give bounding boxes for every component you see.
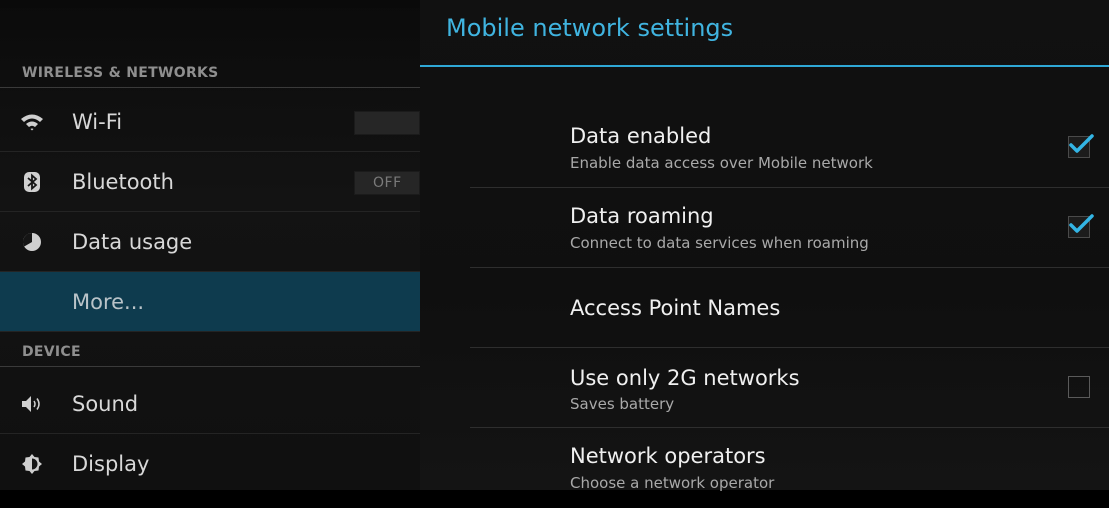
- pref-title: Access Point Names: [570, 296, 781, 320]
- bluetooth-toggle[interactable]: OFF: [354, 171, 420, 195]
- use-only-2g-checkbox[interactable]: [1068, 376, 1090, 398]
- bluetooth-icon: [20, 170, 44, 194]
- pref-summary: Connect to data services when roaming: [570, 234, 869, 252]
- section-header-device: DEVICE: [0, 335, 420, 367]
- pref-summary: Saves battery: [570, 395, 675, 413]
- data-usage-icon: [20, 230, 44, 254]
- sidebar-item-bluetooth[interactable]: Bluetooth OFF: [0, 152, 420, 212]
- pref-network-operators[interactable]: Network operators Choose a network opera…: [470, 428, 1109, 508]
- sidebar-item-display[interactable]: Display: [0, 434, 420, 490]
- pref-title: Network operators: [570, 444, 766, 468]
- section-header-label: WIRELESS & NETWORKS: [22, 65, 219, 81]
- title-divider: [420, 65, 1109, 67]
- settings-sidebar: WIRELESS & NETWORKS Wi-Fi Bluetooth OFF: [0, 0, 420, 490]
- pref-title: Use only 2G networks: [570, 366, 800, 390]
- pref-summary: Enable data access over Mobile network: [570, 154, 873, 172]
- pref-access-point-names[interactable]: Access Point Names: [470, 268, 1109, 348]
- sidebar-top-strip: [0, 0, 420, 8]
- data-enabled-checkbox[interactable]: [1068, 134, 1094, 158]
- page-title: Mobile network settings: [446, 14, 734, 42]
- section-header-wireless: WIRELESS & NETWORKS: [0, 56, 420, 88]
- sidebar-item-data-usage[interactable]: Data usage: [0, 212, 420, 272]
- speaker-icon: [20, 392, 44, 416]
- sidebar-item-label: Sound: [72, 392, 139, 416]
- pref-title: Data enabled: [570, 124, 712, 148]
- wifi-icon: [20, 110, 44, 134]
- pref-title: Data roaming: [570, 204, 714, 228]
- brightness-icon: [20, 452, 44, 476]
- sidebar-item-label: Data usage: [72, 230, 193, 254]
- mobile-network-panel: Mobile network settings Data enabled Ena…: [420, 0, 1109, 492]
- sidebar-item-label: Display: [72, 452, 150, 476]
- section-header-label: DEVICE: [22, 344, 81, 360]
- sidebar-item-sound[interactable]: Sound: [0, 374, 420, 434]
- toggle-state-label: OFF: [373, 175, 402, 191]
- sidebar-item-wifi[interactable]: Wi-Fi: [0, 92, 420, 152]
- data-roaming-checkbox[interactable]: [1068, 214, 1094, 238]
- sidebar-item-label: More...: [72, 290, 145, 314]
- pref-summary: Choose a network operator: [570, 474, 775, 492]
- sidebar-item-more[interactable]: More...: [0, 272, 420, 332]
- sidebar-item-label: Bluetooth: [72, 170, 174, 194]
- pref-data-enabled[interactable]: Data enabled Enable data access over Mob…: [470, 108, 1109, 188]
- pref-use-only-2g[interactable]: Use only 2G networks Saves battery: [470, 348, 1109, 428]
- pref-data-roaming[interactable]: Data roaming Connect to data services wh…: [470, 188, 1109, 268]
- wifi-toggle[interactable]: [354, 111, 420, 135]
- sidebar-item-label: Wi-Fi: [72, 110, 123, 134]
